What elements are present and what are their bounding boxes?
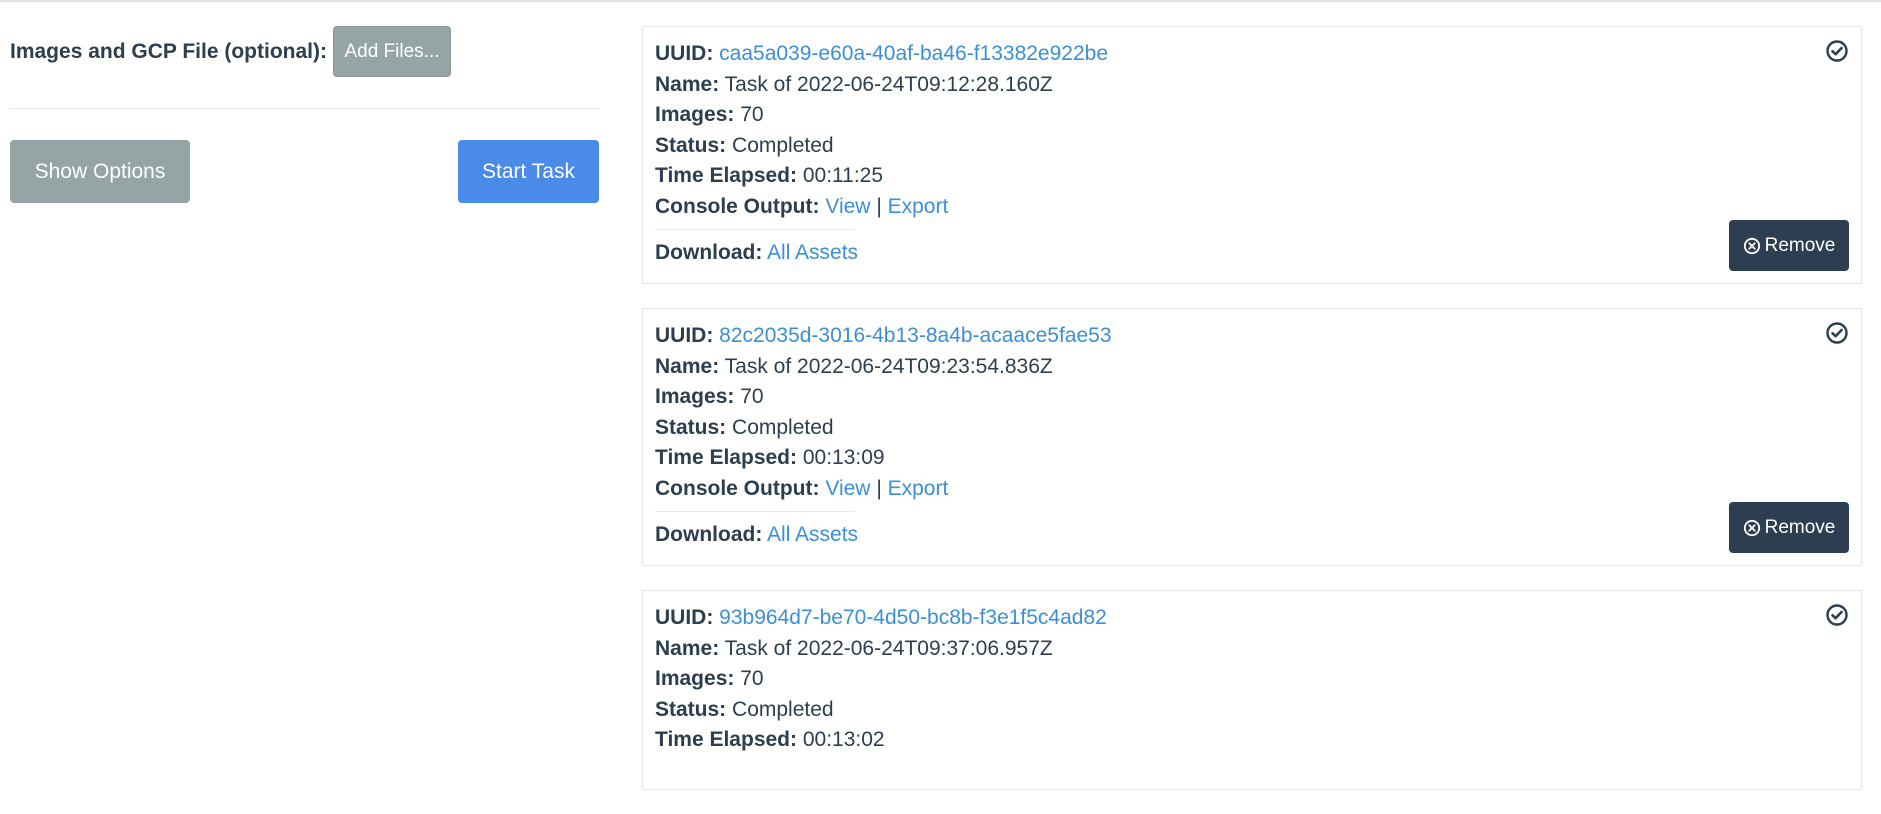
task-images: 70 [740,103,764,127]
task-console-row: Console Output: View | Export [655,474,1849,505]
divider [655,510,855,512]
task-status-row: Status: Completed [655,413,1849,444]
separator: | [876,194,882,218]
task-images-row: Images: 70 [655,100,1849,131]
task-uuid-row: UUID: 82c2035d-3016-4b13-8a4b-acaace5fae… [655,321,1849,352]
console-export-link[interactable]: Export [888,477,949,500]
uuid-label: UUID: [655,42,714,65]
name-label: Name: [655,354,720,378]
task-name: Task of 2022-06-24T09:23:54.836Z [724,354,1053,378]
task-images-row: Images: 70 [655,382,1849,413]
divider [10,108,600,109]
all-assets-link[interactable]: All Assets [767,523,858,546]
task-card: UUID: 82c2035d-3016-4b13-8a4b-acaace5fae… [642,308,1862,566]
task-name: Task of 2022-06-24T09:37:06.957Z [724,636,1053,660]
add-files-button[interactable]: Add Files... [332,26,451,77]
task-status: Completed [732,133,834,157]
check-circle-icon [1826,40,1848,62]
task-name: Task of 2022-06-24T09:12:28.160Z [724,72,1053,96]
task-status: Completed [732,697,834,721]
task-status-row: Status: Completed [655,131,1849,162]
task-card: UUID: caa5a039-e60a-40af-ba46-f13382e922… [642,26,1862,284]
task-status: Completed [732,415,834,439]
upload-label: Images and GCP File (optional): [10,39,327,63]
console-output-label: Console Output: [655,476,820,500]
images-label: Images: [655,103,735,127]
task-download-row: Download: All Assets [655,238,1849,269]
times-circle-icon [1743,237,1760,254]
task-list: UUID: caa5a039-e60a-40af-ba46-f13382e922… [642,26,1862,814]
task-uuid-row: UUID: 93b964d7-be70-4d50-bc8b-f3e1f5c4ad… [655,603,1849,634]
console-view-link[interactable]: View [825,195,870,218]
check-circle-icon [1826,604,1848,626]
task-images: 70 [740,667,764,691]
status-label: Status: [655,415,727,439]
uuid-label: UUID: [655,606,714,629]
task-time-row: Time Elapsed: 00:11:25 [655,161,1849,192]
uuid-label: UUID: [655,324,714,347]
task-time-row: Time Elapsed: 00:13:02 [655,725,1849,756]
name-label: Name: [655,636,720,660]
task-time-elapsed: 00:13:02 [802,728,885,752]
task-time-elapsed: 00:13:09 [802,446,885,470]
task-name-row: Name: Task of 2022-06-24T09:23:54.836Z [655,352,1849,383]
images-label: Images: [655,385,735,409]
images-label: Images: [655,667,735,691]
divider [655,228,855,230]
task-uuid-link[interactable]: 93b964d7-be70-4d50-bc8b-f3e1f5c4ad82 [719,606,1107,629]
console-export-link[interactable]: Export [888,195,949,218]
times-circle-icon [1743,519,1760,536]
task-images: 70 [740,385,764,409]
remove-label: Remove [1764,516,1836,538]
task-uuid-link[interactable]: caa5a039-e60a-40af-ba46-f13382e922be [719,42,1108,65]
time-elapsed-label: Time Elapsed: [655,728,797,752]
check-circle-icon [1826,322,1848,344]
name-label: Name: [655,72,720,96]
remove-label: Remove [1764,234,1836,256]
task-console-row: Console Output: View | Export [655,192,1849,223]
remove-button[interactable]: Remove [1729,220,1849,271]
task-images-row: Images: 70 [655,664,1849,695]
download-label: Download: [655,522,763,546]
task-time-row: Time Elapsed: 00:13:09 [655,443,1849,474]
task-name-row: Name: Task of 2022-06-24T09:37:06.957Z [655,634,1849,665]
console-output-label: Console Output: [655,194,820,218]
separator: | [876,476,882,500]
console-view-link[interactable]: View [825,477,870,500]
all-assets-link[interactable]: All Assets [767,241,858,264]
task-uuid-link[interactable]: 82c2035d-3016-4b13-8a4b-acaace5fae53 [719,324,1111,347]
status-label: Status: [655,133,727,157]
remove-button[interactable]: Remove [1729,502,1849,553]
task-card: UUID: 93b964d7-be70-4d50-bc8b-f3e1f5c4ad… [642,590,1862,790]
time-elapsed-label: Time Elapsed: [655,164,797,188]
task-download-row: Download: All Assets [655,520,1849,551]
task-name-row: Name: Task of 2022-06-24T09:12:28.160Z [655,70,1849,101]
upload-row: Images and GCP File (optional): Add File… [10,26,451,77]
task-time-elapsed: 00:11:25 [802,164,884,188]
status-label: Status: [655,697,727,721]
start-task-button[interactable]: Start Task [458,140,599,203]
task-uuid-row: UUID: caa5a039-e60a-40af-ba46-f13382e922… [655,39,1849,70]
task-status-row: Status: Completed [655,695,1849,726]
download-label: Download: [655,240,763,264]
time-elapsed-label: Time Elapsed: [655,446,797,470]
show-options-button[interactable]: Show Options [10,140,190,203]
